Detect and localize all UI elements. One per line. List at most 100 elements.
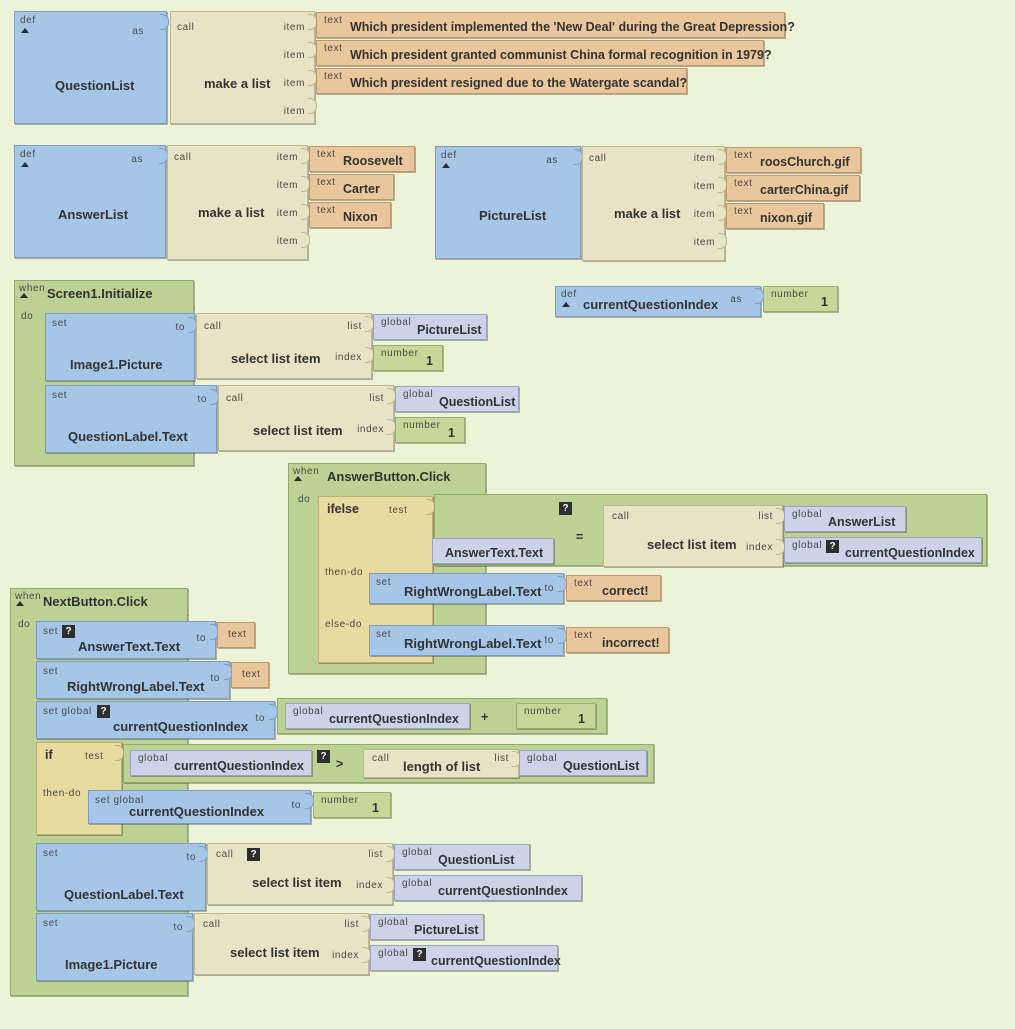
block-text-incorrect[interactable]: text incorrect! [566,627,669,653]
mutator-triangle-icon-picturelist[interactable] [442,163,450,168]
block-global-answerlist[interactable]: global AnswerList [784,506,906,532]
set-target-rightwronglabel-correct[interactable]: RightWrongLabel.Text [404,584,541,599]
text-value-answer-2[interactable]: Carter [343,182,380,196]
block-set-answertext-clear[interactable]: set ? to AnswerText.Text [36,621,216,659]
text-value-answer-1[interactable]: Roosevelt [343,154,403,168]
block-call-select-list-item-init-picture[interactable]: call select list item list index [196,313,372,379]
set-target-global-cqi-reset[interactable]: currentQuestionIndex [129,804,264,819]
block-def-currentquestionindex[interactable]: def as currentQuestionIndex [555,286,761,317]
block-call-select-list-item-next-picture[interactable]: call select list item list index [194,913,369,975]
text-value-correct[interactable]: correct! [602,584,649,598]
block-number-index-init-question[interactable]: number 1 [395,417,465,443]
block-text-answer-3[interactable]: text Nixon [309,202,391,228]
block-number-cqi-init[interactable]: number 1 [763,286,838,312]
block-global-questionlist-next[interactable]: global QuestionList [394,844,530,870]
global-value-picturelist-init[interactable]: PictureList [417,323,482,337]
text-value-incorrect[interactable]: incorrect! [602,636,660,650]
global-value-answerlist[interactable]: AnswerList [828,515,895,529]
block-text-correct[interactable]: text correct! [566,575,661,601]
mutator-triangle-icon-answerbutton[interactable] [294,476,302,481]
block-def-picturelist[interactable]: def as PictureList [435,146,581,259]
set-target-rightwronglabel-clear[interactable]: RightWrongLabel.Text [67,679,204,694]
block-make-a-list-pictures[interactable]: call make a list item item item item [582,146,725,261]
set-target-questionlabel-text[interactable]: QuestionLabel.Text [68,429,188,444]
text-value-question-1[interactable]: Which president implemented the 'New Dea… [350,20,795,34]
block-set-image1-next[interactable]: set to Image1.Picture [36,913,193,981]
set-target-image1-picture[interactable]: Image1.Picture [70,357,163,372]
number-value-cqi-init[interactable]: 1 [821,295,828,309]
block-global-questionlist-length[interactable]: global QuestionList [519,750,647,776]
component-value-answertext-text[interactable]: AnswerText.Text [445,546,543,560]
set-target-questionlabel-next[interactable]: QuestionLabel.Text [64,887,184,902]
block-text-empty-rightwronglabel[interactable]: text [231,662,269,688]
block-set-rightwronglabel-incorrect[interactable]: set to RightWrongLabel.Text [369,625,564,656]
block-text-empty-answertext[interactable]: text [217,622,255,648]
text-value-picture-3[interactable]: nixon.gif [760,211,812,225]
text-value-picture-1[interactable]: roosChurch.gif [760,155,850,169]
block-number-index-init-picture[interactable]: number 1 [373,345,443,371]
block-text-picture-3[interactable]: text nixon.gif [726,203,824,229]
block-global-cqi-next-question[interactable]: global currentQuestionIndex [394,875,582,901]
block-call-select-list-item-init-question[interactable]: call select list item list index [218,385,394,451]
block-global-cqi-addend[interactable]: global currentQuestionIndex [285,703,470,729]
block-set-questionlabel-next[interactable]: set to QuestionLabel.Text [36,843,206,911]
block-global-questionlist-init[interactable]: global QuestionList [395,386,519,412]
block-set-global-cqi-reset[interactable]: set global to currentQuestionIndex [88,790,311,824]
mutator-triangle-icon-screen1[interactable] [20,293,28,298]
block-text-question-1[interactable]: text Which president implemented the 'Ne… [316,12,795,38]
block-global-picturelist-next[interactable]: global PictureList [370,914,484,940]
warning-badge-set-global-cqi[interactable]: ? [97,705,110,718]
global-value-questionlist-next[interactable]: QuestionList [438,853,514,867]
block-global-cqi-next-picture[interactable]: global ? currentQuestionIndex [370,945,561,971]
text-value-question-2[interactable]: Which president granted communist China … [350,48,772,62]
block-set-rightwronglabel-clear[interactable]: set to RightWrongLabel.Text [36,661,230,699]
block-global-picturelist-init[interactable]: global PictureList [373,314,487,340]
block-def-answerlist[interactable]: def as AnswerList [14,145,166,258]
event-name-screen1-initialize[interactable]: Screen1.Initialize [47,286,153,301]
warning-badge-set-answertext[interactable]: ? [62,625,75,638]
block-set-rightwronglabel-correct[interactable]: set to RightWrongLabel.Text [369,573,564,604]
block-global-cqi-compare[interactable]: global currentQuestionIndex [130,750,312,776]
set-target-image1-next[interactable]: Image1.Picture [65,957,158,972]
warning-badge-compare[interactable]: ? [559,502,572,515]
text-value-picture-2[interactable]: carterChina.gif [760,183,848,197]
def-name-questionlist[interactable]: QuestionList [55,78,134,93]
number-value-cqi-reset[interactable]: 1 [372,801,379,815]
global-value-cqi-addend[interactable]: currentQuestionIndex [329,712,459,726]
block-set-image1-picture-init[interactable]: set to Image1.Picture [45,313,195,381]
event-name-nextbutton-click[interactable]: NextButton.Click [43,594,148,609]
block-global-cqi-answer-index[interactable]: global ? currentQuestionIndex [784,537,982,563]
block-make-a-list-questions[interactable]: call make a list item item item item [170,11,315,124]
number-value-index-init-picture[interactable]: 1 [426,354,433,368]
warning-badge-sli-next-question[interactable]: ? [247,848,260,861]
mutator-triangle-icon-answerlist[interactable] [21,162,29,167]
block-number-cqi-reset[interactable]: number 1 [313,792,391,818]
global-value-questionlist-init[interactable]: QuestionList [439,395,515,409]
global-value-cqi-compare[interactable]: currentQuestionIndex [174,759,304,773]
global-value-cqi-next-picture[interactable]: currentQuestionIndex [431,954,561,968]
def-name-answerlist[interactable]: AnswerList [58,207,128,222]
blocks-canvas[interactable]: def as QuestionList call make a list ite… [0,0,1015,1029]
block-text-picture-1[interactable]: text roosChurch.gif [726,147,861,173]
block-def-questionlist[interactable]: def as QuestionList [14,11,167,124]
warning-badge-compare-greater[interactable]: ? [317,750,330,763]
set-target-global-cqi[interactable]: currentQuestionIndex [113,719,248,734]
global-value-cqi-answer-index[interactable]: currentQuestionIndex [845,546,975,560]
text-value-question-3[interactable]: Which president resigned due to the Wate… [350,76,687,90]
mutator-triangle-icon[interactable] [21,28,29,33]
global-value-cqi-next-question[interactable]: currentQuestionIndex [438,884,568,898]
global-value-picturelist-next[interactable]: PictureList [414,923,479,937]
warning-badge-cqi-answer-index[interactable]: ? [826,540,839,553]
mutator-triangle-icon-cqi[interactable] [562,302,570,307]
def-name-currentquestionindex[interactable]: currentQuestionIndex [583,297,718,312]
block-text-picture-2[interactable]: text carterChina.gif [726,175,860,201]
block-call-length-of-list[interactable]: call length of list list [363,749,519,778]
block-text-question-3[interactable]: text Which president resigned due to the… [316,68,687,94]
text-value-answer-3[interactable]: Nixon [343,210,378,224]
event-name-answerbutton-click[interactable]: AnswerButton.Click [327,469,451,484]
block-text-answer-2[interactable]: text Carter [309,174,394,200]
set-target-rightwronglabel-incorrect[interactable]: RightWrongLabel.Text [404,636,541,651]
block-text-question-2[interactable]: text Which president granted communist C… [316,40,772,66]
block-call-select-list-item-next-question[interactable]: call ? select list item list index [207,843,393,905]
set-target-answertext-clear[interactable]: AnswerText.Text [78,639,180,654]
